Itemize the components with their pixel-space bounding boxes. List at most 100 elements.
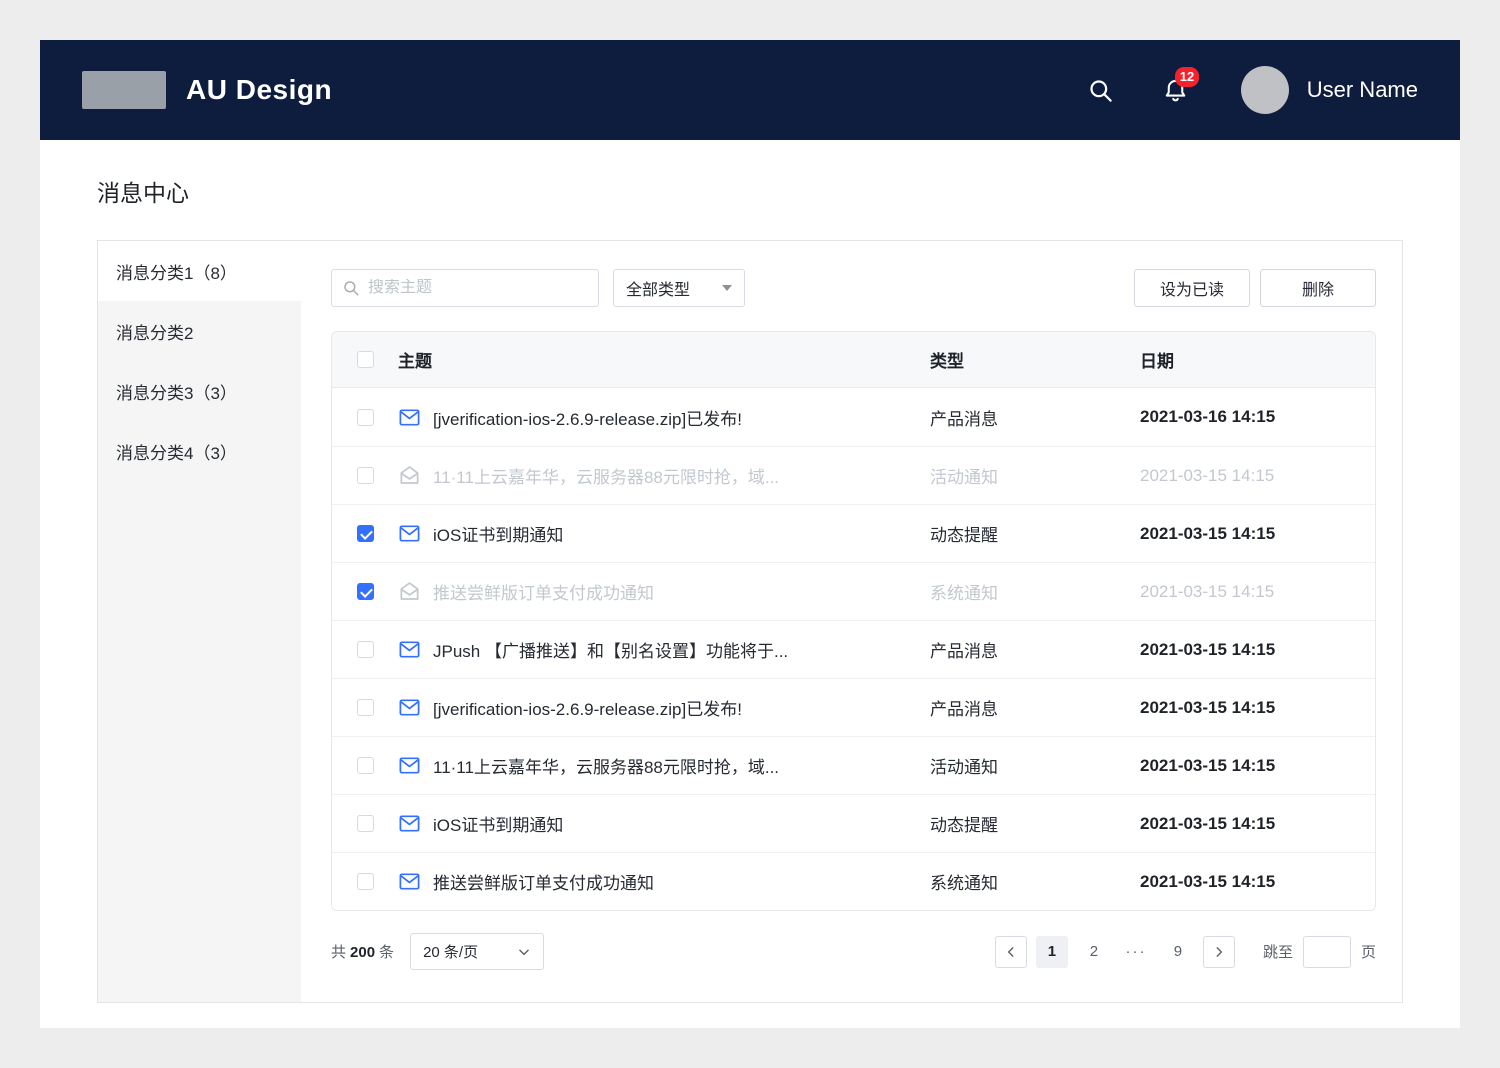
row-checkbox[interactable]	[357, 409, 374, 426]
row-date: 2021-03-15 14:15	[1140, 814, 1275, 834]
row-checkbox[interactable]	[357, 583, 374, 600]
jump-page-input[interactable]	[1303, 936, 1351, 968]
sidebar-item-label: 消息分类2	[116, 319, 193, 344]
row-subject: JPush 【广播推送】和【别名设置】功能将于...	[433, 637, 788, 662]
pagination-ellipsis: ···	[1120, 936, 1152, 968]
mail-closed-icon	[398, 812, 421, 835]
type-filter-select[interactable]: 全部类型	[613, 269, 745, 307]
total-count: 200	[346, 944, 379, 961]
row-checkbox[interactable]	[357, 525, 374, 542]
row-checkbox[interactable]	[357, 873, 374, 890]
mail-closed-icon	[398, 696, 421, 719]
row-subject: 推送尝鲜版订单支付成功通知	[433, 869, 654, 894]
row-subject: iOS证书到期通知	[433, 811, 563, 836]
row-checkbox[interactable]	[357, 641, 374, 658]
chevron-down-icon	[722, 285, 732, 291]
row-subject: 11·11上云嘉年华，云服务器88元限时抢，域...	[433, 463, 779, 488]
subject-search[interactable]	[331, 269, 599, 307]
table-row[interactable]: iOS证书到期通知 动态提醒 2021-03-15 14:15	[332, 794, 1375, 852]
row-type: 动态提醒	[930, 521, 998, 546]
header-actions: 12 User Name	[1087, 66, 1418, 114]
page-title: 消息中心	[40, 140, 1460, 240]
mail-open-icon	[398, 464, 421, 487]
table-row[interactable]: 推送尝鲜版订单支付成功通知 系统通知 2021-03-15 14:15	[332, 852, 1375, 910]
table-row[interactable]: 11·11上云嘉年华，云服务器88元限时抢，域... 活动通知 2021-03-…	[332, 736, 1375, 794]
page-body: 消息中心 消息分类1（8） 消息分类2 消息分类3（3） 消息分类4（3）	[40, 140, 1460, 1028]
screen: AU Design 12 User Name	[0, 0, 1500, 1068]
table-row[interactable]: 推送尝鲜版订单支付成功通知 系统通知 2021-03-15 14:15	[332, 562, 1375, 620]
pagination: 12 ··· 9 跳至 页	[995, 936, 1376, 968]
row-type: 产品消息	[930, 695, 998, 720]
brand-logo	[82, 71, 166, 109]
row-subject: [jverification-ios-2.6.9-release.zip]已发布…	[433, 405, 742, 430]
delete-button[interactable]: 删除	[1260, 269, 1376, 307]
row-type: 产品消息	[930, 405, 998, 430]
page-size-select[interactable]: 20 条/页	[410, 933, 544, 970]
row-subject: 11·11上云嘉年华，云服务器88元限时抢，域...	[433, 753, 779, 778]
search-icon[interactable]	[1087, 77, 1114, 104]
row-type: 活动通知	[930, 753, 998, 778]
table-body: [jverification-ios-2.6.9-release.zip]已发布…	[332, 388, 1375, 910]
total-count-text: 共200条	[331, 941, 394, 962]
sidebar-item-label: 消息分类4（3）	[116, 439, 237, 464]
row-type: 产品消息	[930, 637, 998, 662]
table-row[interactable]: [jverification-ios-2.6.9-release.zip]已发布…	[332, 388, 1375, 446]
row-date: 2021-03-16 14:15	[1140, 407, 1275, 427]
sidebar-item[interactable]: 消息分类3（3）	[98, 361, 301, 421]
column-header-subject: 主题	[398, 347, 928, 372]
row-checkbox[interactable]	[357, 467, 374, 484]
column-header-date: 日期	[1138, 347, 1375, 372]
search-input-icon	[342, 279, 360, 297]
brand-name: AU Design	[186, 74, 332, 106]
mail-closed-icon	[398, 754, 421, 777]
row-type: 系统通知	[930, 579, 998, 604]
row-subject: [jverification-ios-2.6.9-release.zip]已发布…	[433, 695, 742, 720]
avatar[interactable]	[1241, 66, 1289, 114]
pagination-pages: 12 ··· 9	[1027, 936, 1199, 968]
page-size-value: 20 条/页	[423, 941, 478, 962]
mail-closed-icon	[398, 870, 421, 893]
mark-read-button[interactable]: 设为已读	[1134, 269, 1250, 307]
app-header: AU Design 12 User Name	[40, 40, 1460, 140]
column-header-type: 类型	[928, 347, 1138, 372]
sidebar-item[interactable]: 消息分类1（8）	[98, 241, 301, 301]
row-type: 系统通知	[930, 869, 998, 894]
row-date: 2021-03-15 14:15	[1140, 756, 1275, 776]
user-name[interactable]: User Name	[1307, 77, 1418, 103]
message-table: 主题 类型 日期 [jverification-ios-2.6.9-releas…	[331, 331, 1376, 911]
search-input[interactable]	[368, 279, 588, 297]
pagination-page[interactable]: 1	[1036, 936, 1068, 968]
row-checkbox[interactable]	[357, 815, 374, 832]
jump-suffix-label: 页	[1361, 941, 1376, 962]
table-row[interactable]: [jverification-ios-2.6.9-release.zip]已发布…	[332, 678, 1375, 736]
type-filter-value: 全部类型	[626, 276, 690, 300]
mail-closed-icon	[398, 522, 421, 545]
table-row[interactable]: 11·11上云嘉年华，云服务器88元限时抢，域... 活动通知 2021-03-…	[332, 446, 1375, 504]
row-date: 2021-03-15 14:15	[1140, 698, 1275, 718]
row-checkbox[interactable]	[357, 757, 374, 774]
content-area: 全部类型 设为已读 删除	[301, 241, 1402, 1002]
table-row[interactable]: JPush 【广播推送】和【别名设置】功能将于... 产品消息 2021-03-…	[332, 620, 1375, 678]
mail-closed-icon	[398, 406, 421, 429]
app-window: AU Design 12 User Name	[40, 40, 1460, 1028]
mail-closed-icon	[398, 638, 421, 661]
prev-page-button[interactable]	[995, 936, 1027, 968]
row-date: 2021-03-15 14:15	[1140, 524, 1275, 544]
pagination-page[interactable]: 2	[1078, 936, 1110, 968]
jump-to-label: 跳至	[1263, 941, 1293, 962]
sidebar-item[interactable]: 消息分类2	[98, 301, 301, 361]
pagination-page[interactable]: 9	[1162, 936, 1194, 968]
chevron-down-icon	[517, 945, 531, 959]
sidebar-item-label: 消息分类1（8）	[116, 259, 237, 284]
toolbar-actions: 设为已读 删除	[1134, 269, 1376, 307]
notifications-bell-icon[interactable]: 12	[1162, 77, 1189, 104]
notification-badge: 12	[1175, 67, 1199, 87]
message-panel: 消息分类1（8） 消息分类2 消息分类3（3） 消息分类4（3）	[97, 240, 1403, 1003]
next-page-button[interactable]	[1203, 936, 1235, 968]
select-all-checkbox[interactable]	[357, 351, 374, 368]
sidebar-item[interactable]: 消息分类4（3）	[98, 421, 301, 481]
table-footer: 共200条 20 条/页 12 ··· 9	[331, 933, 1376, 970]
row-checkbox[interactable]	[357, 699, 374, 716]
table-row[interactable]: iOS证书到期通知 动态提醒 2021-03-15 14:15	[332, 504, 1375, 562]
row-type: 动态提醒	[930, 811, 998, 836]
